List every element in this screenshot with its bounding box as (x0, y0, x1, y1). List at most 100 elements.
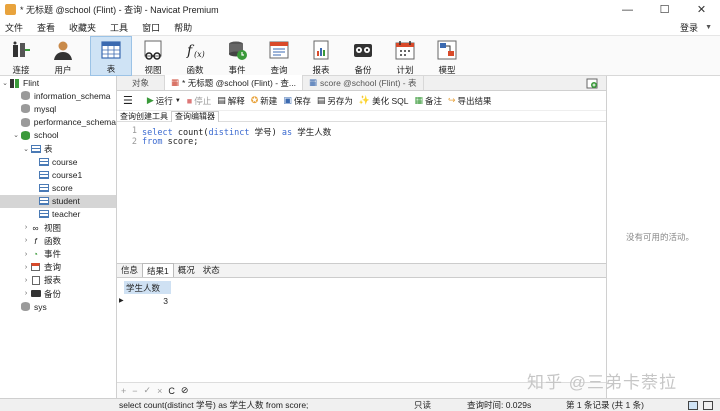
menu-view[interactable]: 查看 (32, 21, 64, 34)
login-link[interactable]: 登录 (680, 21, 698, 34)
apply-button[interactable]: ✓ (144, 385, 152, 396)
tree-item-table-selected[interactable]: student (0, 194, 116, 208)
tree-item-table[interactable]: score (0, 182, 116, 195)
chevron-down-icon[interactable]: ⌄ (12, 131, 20, 139)
toolbar-connection-button[interactable]: 连接 (0, 36, 42, 76)
toolbar-schedule-button[interactable]: 计划 (384, 36, 426, 76)
tree-item-tables-folder[interactable]: ⌄ 表 (0, 142, 116, 155)
tab-query[interactable]: ▦ * 无标题 @school (Flint) - 查... (165, 75, 303, 90)
save-button[interactable]: ▣ 保存 (283, 95, 311, 107)
export-results-button[interactable]: ↪ 导出结果 (448, 95, 492, 107)
tree-item-database[interactable]: performance_schema (0, 116, 116, 129)
toolbar-backup-button[interactable]: 备份 (342, 36, 384, 76)
tree-item-table[interactable]: teacher (0, 208, 116, 221)
sql-editor[interactable]: 1 select count(distinct 学号) as 学生人数 2 fr… (117, 122, 606, 262)
close-button[interactable]: ✕ (683, 0, 720, 19)
chevron-down-icon[interactable]: ▼ (705, 24, 712, 31)
tab-query-editor[interactable]: 查询编辑器 (171, 110, 219, 122)
run-button[interactable]: ▶ 运行 ▼ (147, 95, 181, 107)
chevron-right-icon[interactable]: › (22, 290, 30, 297)
menu-button[interactable]: ☰ (123, 94, 133, 107)
menu-bar: 文件 查看 收藏夹 工具 窗口 帮助 登录 ▼ (0, 19, 720, 36)
table-icon (38, 170, 49, 179)
status-bar: select count(distinct 学号) as 学生人数 from s… (0, 398, 720, 411)
chevron-right-icon[interactable]: › (22, 224, 30, 231)
beautify-sql-button[interactable]: ✨ 美化 SQL (359, 95, 409, 107)
tab-objects[interactable]: 对象 (117, 75, 165, 90)
event-icon (225, 38, 249, 62)
minimize-button[interactable]: — (609, 0, 646, 19)
chevron-down-icon[interactable]: ⌄ (22, 145, 30, 153)
new-tab-button[interactable] (586, 78, 598, 89)
note-button[interactable]: ▦ 备注 (414, 95, 442, 107)
menu-favorites[interactable]: 收藏夹 (64, 21, 105, 34)
table-icon: ▦ (308, 77, 318, 87)
report-icon (309, 38, 333, 62)
query-icon (30, 263, 41, 272)
toolbar-view-button[interactable]: 视图 (132, 36, 174, 76)
connection-icon (9, 38, 33, 62)
save-as-button[interactable]: ▤ 另存为 (317, 95, 353, 107)
tab-result1[interactable]: 结果1 (142, 263, 174, 277)
event-icon: ◔ (32, 249, 39, 260)
tree-item-queries-folder[interactable]: › 查询 (0, 261, 116, 274)
grid-view-icon[interactable] (688, 401, 698, 410)
chevron-right-icon[interactable]: › (22, 237, 30, 244)
maximize-button[interactable]: ☐ (646, 0, 683, 19)
toolbar-report-button[interactable]: 报表 (300, 36, 342, 76)
delete-record-button[interactable]: − (132, 386, 137, 396)
tab-table-score[interactable]: ▦ score @school (Flint) - 表 (303, 75, 424, 90)
tree-item-database-school[interactable]: ⌄ school (0, 129, 116, 142)
title-bar: * 无标题 @school (Flint) - 查询 - Navicat Pre… (0, 0, 720, 19)
chevron-right-icon[interactable]: › (22, 277, 30, 284)
tree-item-reports-folder[interactable]: › 报表 (0, 274, 116, 287)
tab-message[interactable]: 信息 (117, 263, 142, 277)
function-icon: f (x) (183, 38, 207, 62)
tree-item-functions-folder[interactable]: › f 函数 (0, 234, 116, 247)
tree-item-connection[interactable]: ⌄ Flint (0, 76, 116, 89)
tab-query-builder[interactable]: 查询创建工具 (117, 111, 171, 122)
tab-profile[interactable]: 概况 (174, 263, 199, 277)
tree-item-views-folder[interactable]: › ∞ 视图 (0, 221, 116, 234)
tree-item-backups-folder[interactable]: › 备份 (0, 287, 116, 300)
tree-item-table[interactable]: course (0, 155, 116, 168)
result-cell[interactable]: 3 (124, 295, 171, 308)
toolbar-event-button[interactable]: 事件 (216, 36, 258, 76)
toolbar-function-button[interactable]: f (x) 函数 (174, 36, 216, 76)
menu-window[interactable]: 窗口 (137, 21, 169, 34)
refresh-button[interactable]: C (168, 386, 175, 396)
tree-item-database[interactable]: sys (0, 300, 116, 313)
database-icon (20, 302, 31, 312)
column-header[interactable]: 学生人数 (124, 281, 171, 294)
form-view-icon[interactable] (703, 401, 713, 410)
tree-item-events-folder[interactable]: › ◔ 事件 (0, 247, 116, 260)
add-record-button[interactable]: + (121, 386, 126, 396)
tree-item-database[interactable]: information_schema (0, 89, 116, 102)
navicat-app-icon (5, 4, 16, 15)
new-button[interactable]: ✪ 新建 (251, 95, 278, 107)
tab-status[interactable]: 状态 (199, 263, 224, 277)
chevron-right-icon[interactable]: › (22, 251, 30, 258)
menu-tools[interactable]: 工具 (105, 21, 137, 34)
toolbar-model-button[interactable]: 模型 (426, 36, 468, 76)
explain-button[interactable]: ▤ 解释 (217, 95, 245, 107)
schedule-icon (393, 38, 417, 62)
toolbar-query-button[interactable]: 查询 (258, 36, 300, 76)
chevron-down-icon[interactable]: ⌄ (1, 79, 9, 87)
stop-icon[interactable]: ⊘ (181, 385, 189, 396)
stop-button[interactable]: ■ 停止 (187, 95, 211, 107)
tree-item-table[interactable]: course1 (0, 168, 116, 181)
result-grid: 学生人数 ▶ 3 (117, 278, 606, 382)
chevron-right-icon[interactable]: › (22, 264, 30, 271)
toolbar-user-button[interactable]: 用户 (42, 36, 84, 76)
menu-help[interactable]: 帮助 (169, 21, 201, 34)
table-icon (38, 197, 49, 206)
toolbar-table-button[interactable]: 表 (90, 36, 132, 76)
menu-file[interactable]: 文件 (0, 21, 32, 34)
main-toolbar: 连接 用户 表 视图 f (x) 函数 事件 查询 报表 备份 计划 模型 (0, 36, 720, 76)
discard-button[interactable]: × (157, 386, 162, 396)
query-icon (267, 38, 291, 62)
database-icon (20, 117, 31, 127)
backup-icon (30, 289, 41, 298)
tree-item-database[interactable]: mysql (0, 102, 116, 115)
